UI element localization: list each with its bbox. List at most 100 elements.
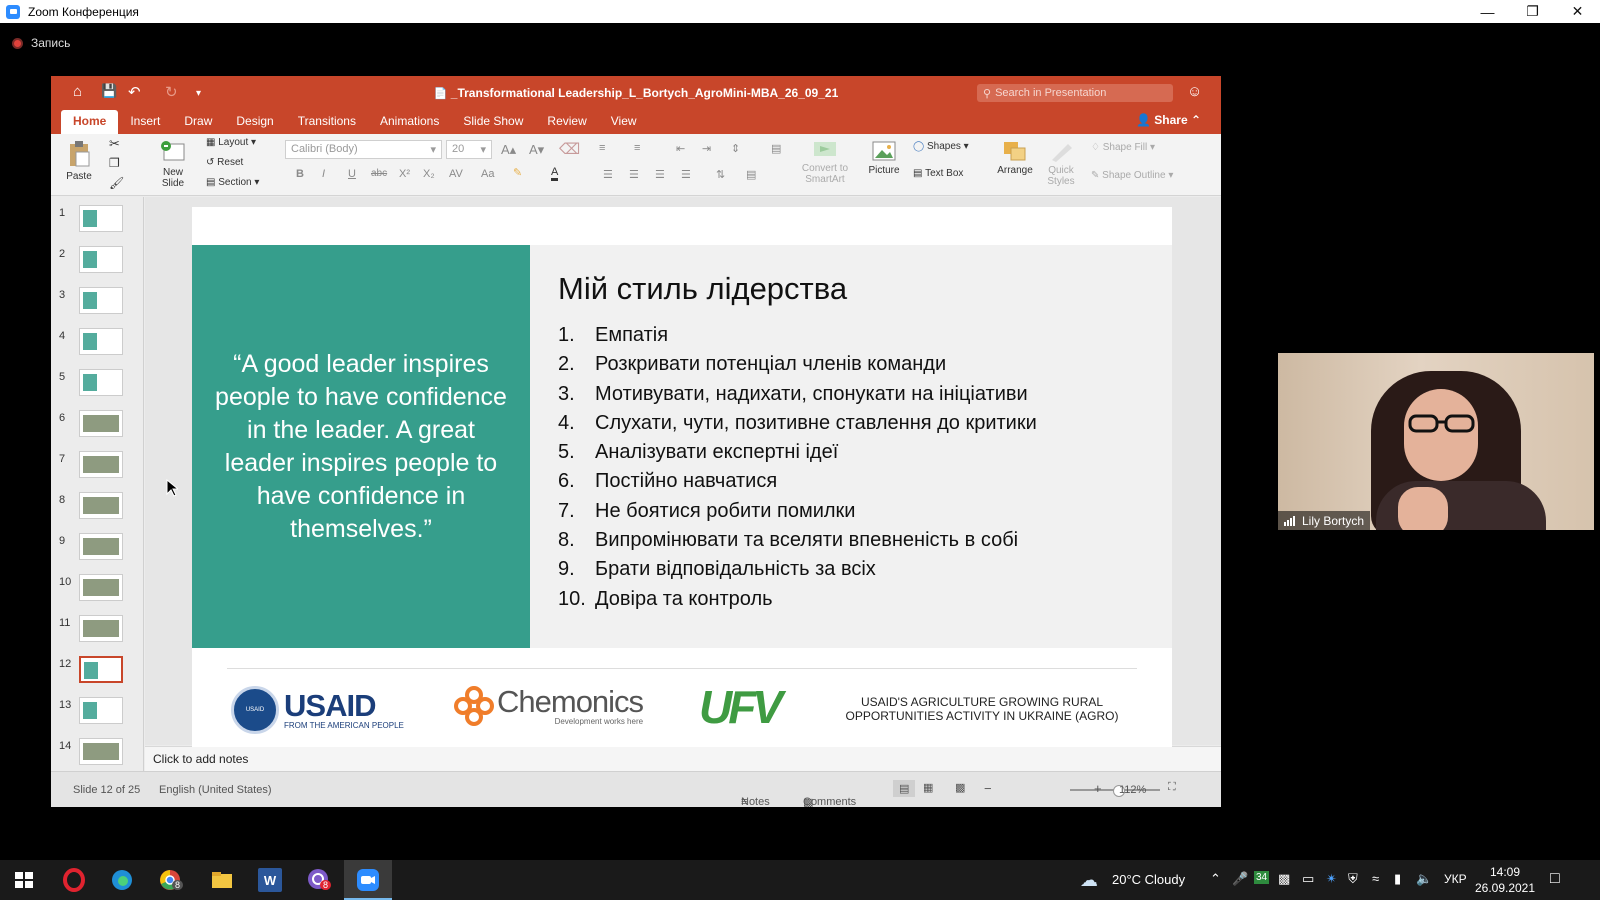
bold-icon[interactable]: B <box>296 168 304 180</box>
participant-video[interactable] <box>1278 353 1594 530</box>
zoom-in-icon[interactable]: + <box>1094 781 1102 796</box>
slide-thumbnail[interactable] <box>79 615 123 642</box>
fit-to-window-icon[interactable]: ⛶ <box>1168 781 1176 794</box>
align-left-icon[interactable]: ☰ <box>603 168 613 181</box>
tab-draw[interactable]: Draw <box>172 110 224 134</box>
align-text-icon[interactable]: ▤ <box>746 168 756 181</box>
viber-icon[interactable]: 8 <box>306 868 332 892</box>
chrome-icon[interactable]: 8 <box>158 868 184 892</box>
battery-icon[interactable]: ▮ <box>1394 871 1401 887</box>
slide-thumbnail[interactable] <box>79 697 123 724</box>
tab-slide-show[interactable]: Slide Show <box>451 110 535 134</box>
quick-styles-button[interactable]: Quick Styles <box>1041 140 1081 187</box>
wifi-icon[interactable]: ≈ <box>1372 871 1379 886</box>
search-input[interactable]: ⚲ Search in Presentation <box>977 84 1173 102</box>
decrease-indent-icon[interactable]: ⇤ <box>676 142 685 155</box>
windows-start-icon[interactable] <box>12 868 36 892</box>
slide-thumbnail-pane[interactable]: 1 2 3 4 5 6 7 8 9 10 11 12 13 14 <box>51 197 144 771</box>
font-size-select[interactable]: 20 ▾ <box>446 140 492 159</box>
edge-icon[interactable] <box>110 868 134 892</box>
picture-button[interactable]: Picture <box>866 140 902 176</box>
convert-smartart-button[interactable]: Convert to SmartArt <box>799 138 851 185</box>
bluetooth-icon[interactable]: ✴ <box>1326 871 1337 887</box>
microphone-icon[interactable]: 🎤 <box>1232 871 1248 887</box>
input-language[interactable]: УКР <box>1444 872 1467 886</box>
shape-fill-button[interactable]: ♢ Shape Fill ▾ <box>1091 142 1155 153</box>
increase-font-icon[interactable]: A▴ <box>501 142 516 158</box>
text-direction-icon[interactable]: ⇅ <box>716 168 725 181</box>
slide-thumbnail[interactable] <box>79 451 123 478</box>
tab-design[interactable]: Design <box>224 110 285 134</box>
reset-button[interactable]: ↺ Reset <box>206 157 243 168</box>
security-icon[interactable]: ⛨ <box>1348 871 1358 887</box>
word-icon[interactable]: W <box>258 868 282 892</box>
highlight-icon[interactable]: ✎ <box>513 166 522 179</box>
notifications-icon[interactable]: □ <box>1550 870 1560 888</box>
network-share-icon[interactable]: ▩ <box>1278 871 1290 887</box>
recording-indicator[interactable]: Запись <box>12 35 70 51</box>
numbering-icon[interactable]: ≡ <box>634 142 640 154</box>
slide-thumbnail[interactable] <box>79 533 123 560</box>
format-painter-icon[interactable]: 🖌 <box>109 176 124 190</box>
display-icon[interactable]: ▭ <box>1302 871 1314 887</box>
current-slide[interactable]: “A good leader inspires people to have c… <box>192 207 1172 747</box>
reading-view-icon[interactable]: ▩ <box>955 781 965 794</box>
zoom-taskbar-button[interactable] <box>344 860 392 900</box>
zoom-out-icon[interactable]: − <box>984 781 992 796</box>
columns-icon[interactable]: ▤ <box>771 142 781 155</box>
slide-thumbnail[interactable] <box>79 410 123 437</box>
slide-thumbnail[interactable] <box>79 328 123 355</box>
normal-view-icon[interactable]: ▤ <box>893 780 916 797</box>
zoom-level[interactable]: 112% <box>1119 784 1146 796</box>
clear-formatting-icon[interactable]: ⌫ <box>559 140 580 158</box>
close-icon[interactable]: ✕ <box>1555 0 1600 23</box>
section-button[interactable]: ▤ Section ▾ <box>206 177 259 188</box>
align-center-icon[interactable]: ☰ <box>629 168 639 181</box>
character-spacing-icon[interactable]: AV <box>449 168 463 180</box>
slide-thumbnail[interactable] <box>79 656 123 683</box>
superscript-icon[interactable]: X² <box>399 168 410 180</box>
minimize-icon[interactable]: — <box>1465 0 1510 23</box>
slide-thumbnail[interactable] <box>79 287 123 314</box>
increase-indent-icon[interactable]: ⇥ <box>702 142 711 155</box>
opera-icon[interactable] <box>62 868 86 892</box>
font-name-select[interactable]: Calibri (Body) ▾ <box>285 140 442 159</box>
volume-icon[interactable]: 🔈 <box>1416 871 1432 887</box>
language-status[interactable]: English (United States) <box>159 784 272 796</box>
tab-review[interactable]: Review <box>535 110 598 134</box>
line-spacing-icon[interactable]: ⇕ <box>731 142 740 155</box>
tab-view[interactable]: View <box>599 110 649 134</box>
layout-button[interactable]: ▦ Layout ▾ <box>206 137 256 148</box>
copy-icon[interactable]: ❐ <box>109 156 120 170</box>
file-explorer-icon[interactable] <box>210 868 234 892</box>
align-right-icon[interactable]: ☰ <box>655 168 665 181</box>
subscript-icon[interactable]: X₂ <box>423 168 435 180</box>
font-color-icon[interactable]: A <box>551 166 559 181</box>
weather-text[interactable]: 20°C Cloudy <box>1112 872 1185 887</box>
slide-thumbnail[interactable] <box>79 369 123 396</box>
show-hidden-icons-icon[interactable]: ⌃ <box>1210 871 1221 887</box>
notes-pane[interactable]: Click to add notes <box>145 746 1221 771</box>
tab-home[interactable]: Home <box>61 110 119 134</box>
shape-outline-button[interactable]: ✎ Shape Outline ▾ <box>1091 170 1173 181</box>
slide-thumbnail[interactable] <box>79 738 123 765</box>
share-button[interactable]: 👤 Share ⌃ <box>1136 113 1201 127</box>
slide-sorter-icon[interactable]: ▦ <box>923 781 933 794</box>
collapse-ribbon-icon[interactable]: ⌃ <box>1191 113 1201 127</box>
slide-thumbnail[interactable] <box>79 492 123 519</box>
arrange-button[interactable]: Arrange <box>995 140 1035 176</box>
italic-icon[interactable]: I <box>322 168 325 180</box>
cut-icon[interactable]: ✂ <box>109 136 120 152</box>
slide-thumbnail[interactable] <box>79 246 123 273</box>
slide-thumbnail[interactable] <box>79 574 123 601</box>
decrease-font-icon[interactable]: A▾ <box>529 142 544 158</box>
tab-transitions[interactable]: Transitions <box>286 110 368 134</box>
new-slide-button[interactable]: New Slide <box>156 140 190 189</box>
feedback-smiley-icon[interactable]: ☺ <box>1187 83 1202 100</box>
restore-icon[interactable]: ❐ <box>1510 0 1555 23</box>
tab-animations[interactable]: Animations <box>368 110 451 134</box>
change-case-icon[interactable]: Aa <box>481 168 494 180</box>
paste-button[interactable]: Paste <box>63 140 95 182</box>
tab-insert[interactable]: Insert <box>118 110 172 134</box>
tray-number-badge[interactable]: 34 <box>1254 871 1270 884</box>
